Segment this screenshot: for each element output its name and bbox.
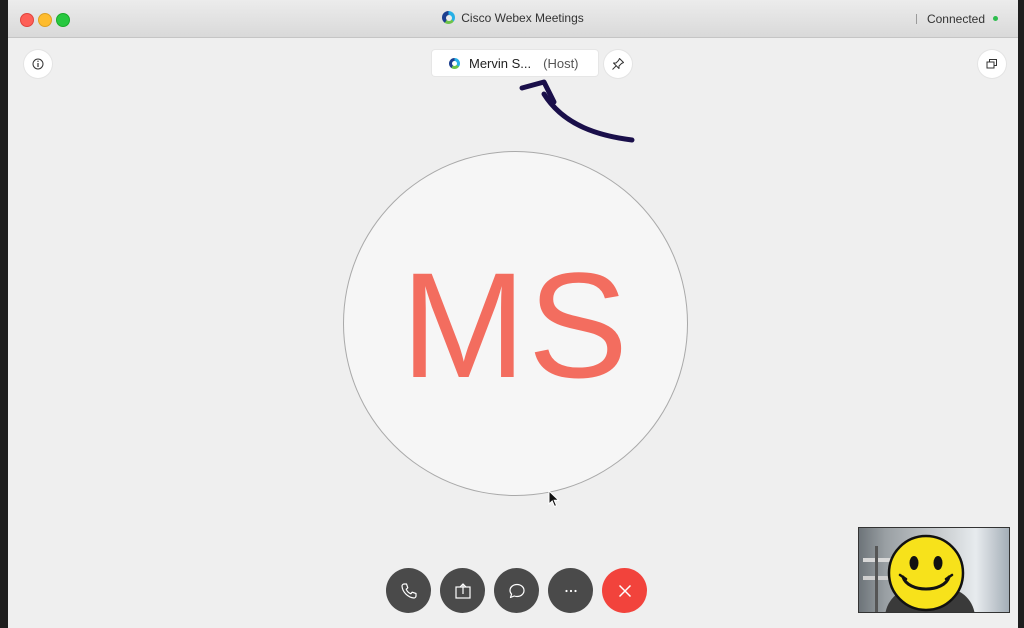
more-icon [564,589,577,592]
window-title: Cisco Webex Meetings [8,11,1018,25]
background-pole [875,546,878,612]
audio-button[interactable] [386,568,431,613]
chat-button[interactable] [494,568,539,613]
pin-icon [612,58,624,70]
host-name: Mervin S... [469,55,532,71]
close-icon [618,584,631,597]
mouse-cursor-icon [548,490,560,508]
more-options-button[interactable] [548,568,593,613]
pin-speaker-button[interactable] [604,50,632,78]
active-speaker-label: Mervin S... (Host) [432,50,598,76]
webex-meeting-window: Cisco Webex Meetings Connected Mervin S.… [8,0,1018,628]
popout-icon [986,59,997,69]
self-view-video[interactable] [859,528,1009,612]
share-content-button[interactable] [440,568,485,613]
smiley-face-icon [887,534,965,612]
participant-avatar: MS [344,152,687,495]
chat-icon [508,583,525,598]
connection-status-text: Connected [926,12,985,26]
end-meeting-button[interactable] [602,568,647,613]
window-title-text: Cisco Webex Meetings [461,11,584,25]
meeting-controls [386,568,647,613]
connected-dot-icon [993,16,998,21]
share-icon [454,582,471,599]
meeting-info-button[interactable] [24,50,52,78]
webex-logo-icon [449,57,460,69]
connection-status: Connected [915,12,998,26]
webex-logo-icon [442,11,456,24]
annotation-arrow [519,79,635,143]
info-icon [32,58,44,70]
phone-icon [400,582,417,599]
status-divider [915,14,917,24]
popout-layout-button[interactable] [978,50,1006,78]
host-role: (Host) [543,55,579,71]
avatar-initials: MS [401,241,630,409]
title-bar: Cisco Webex Meetings Connected [8,0,1018,38]
